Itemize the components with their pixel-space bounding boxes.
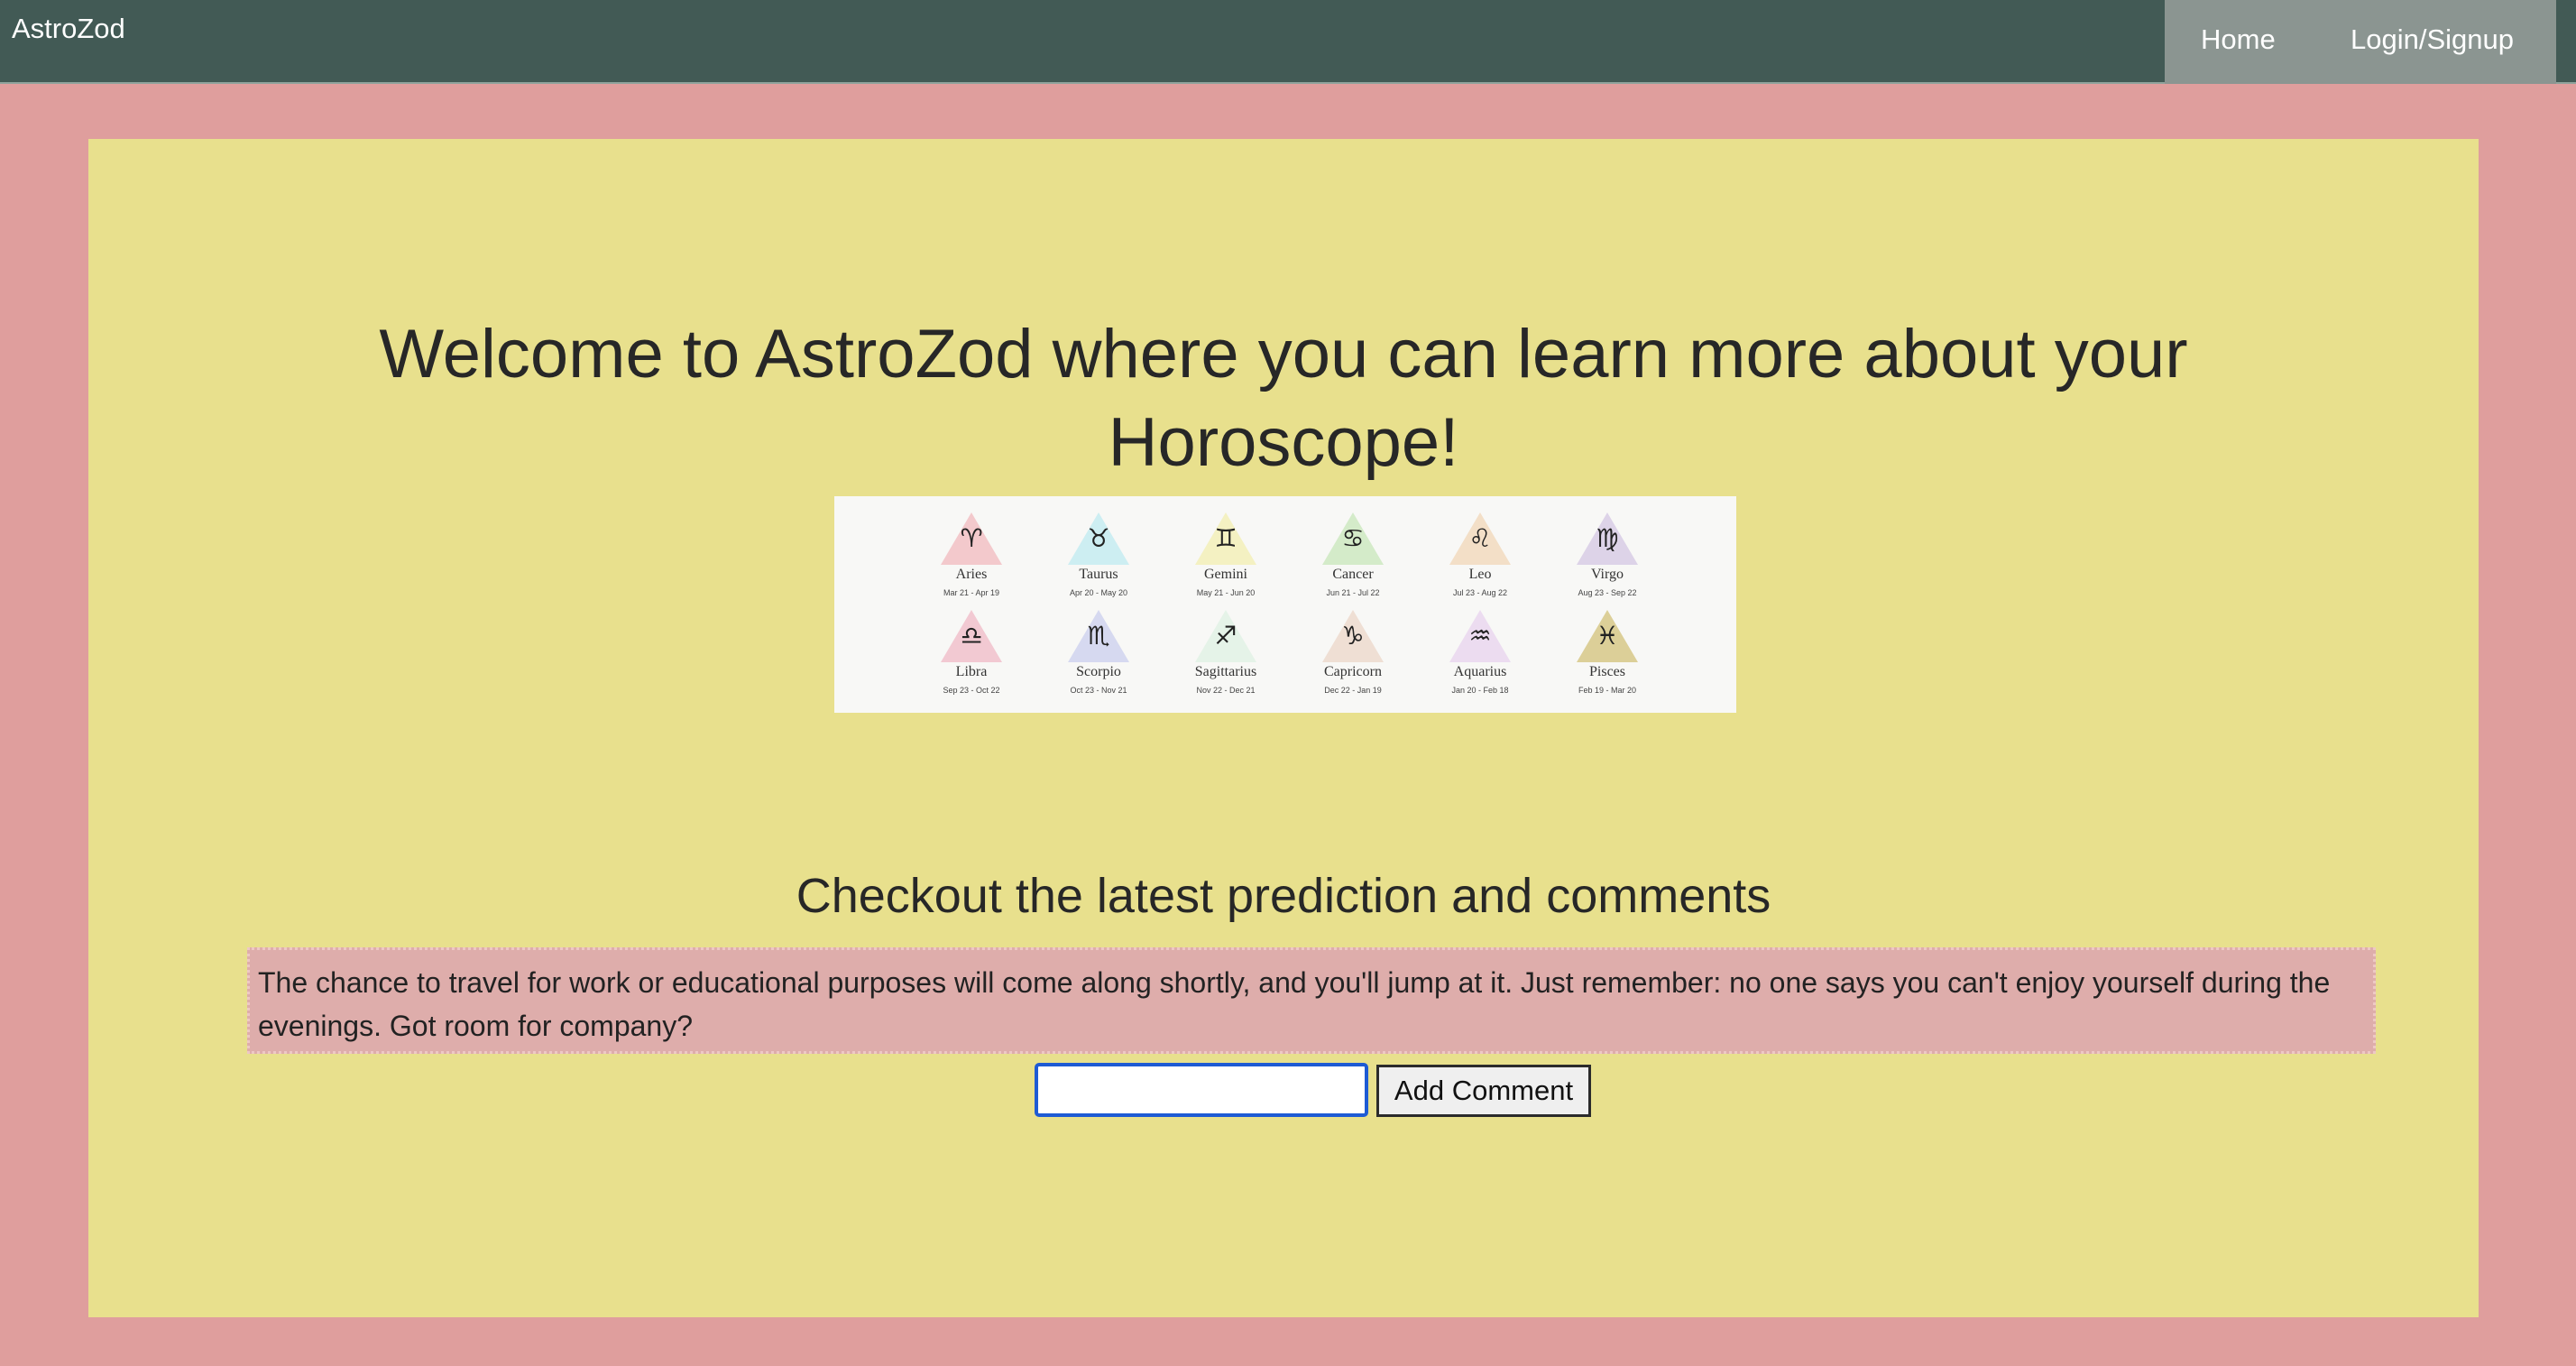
zodiac-sign-aries: ♈ Aries Mar 21 - Apr 19 bbox=[908, 512, 1035, 614]
cancer-symbol-icon: ♋ bbox=[1341, 523, 1365, 553]
add-comment-button[interactable]: Add Comment bbox=[1376, 1065, 1591, 1117]
zodiac-sign-name: Aries bbox=[955, 567, 988, 582]
zodiac-sign-dates: Aug 23 - Sep 22 bbox=[1578, 588, 1637, 597]
zodiac-sign-dates: Apr 20 - May 20 bbox=[1069, 588, 1128, 597]
zodiac-sign-name: Gemini bbox=[1204, 567, 1247, 582]
zodiac-sign-cancer: ♋ Cancer Jun 21 - Jul 22 bbox=[1290, 512, 1416, 614]
zodiac-sign-name: Capricorn bbox=[1324, 664, 1382, 679]
welcome-heading-line1: Welcome to AstroZod where you can learn … bbox=[379, 316, 2188, 392]
aries-symbol-icon: ♈ bbox=[960, 523, 983, 553]
main-panel: Welcome to AstroZod where you can learn … bbox=[88, 139, 2479, 1317]
zodiac-sign-dates: Jan 20 - Feb 18 bbox=[1451, 686, 1509, 695]
zodiac-sign-aquarius: ♒ Aquarius Jan 20 - Feb 18 bbox=[1417, 610, 1543, 711]
zodiac-sign-dates: May 21 - Jun 20 bbox=[1196, 588, 1256, 597]
sagittarius-symbol-icon: ♐ bbox=[1214, 621, 1237, 651]
leo-symbol-icon: ♌ bbox=[1468, 523, 1492, 553]
zodiac-sign-leo: ♌ Leo Jul 23 - Aug 22 bbox=[1417, 512, 1543, 614]
top-navbar: AstroZod Home Login/Signup bbox=[0, 0, 2576, 84]
capricorn-symbol-icon: ♑ bbox=[1341, 621, 1365, 651]
zodiac-sign-dates: Jul 23 - Aug 22 bbox=[1452, 588, 1508, 597]
aquarius-symbol-icon: ♒ bbox=[1468, 621, 1492, 651]
zodiac-sign-dates: Oct 23 - Nov 21 bbox=[1070, 686, 1127, 695]
pisces-symbol-icon: ♓ bbox=[1596, 621, 1619, 651]
zodiac-sign-libra: ♎ Libra Sep 23 - Oct 22 bbox=[908, 610, 1035, 711]
comment-input[interactable] bbox=[1035, 1063, 1368, 1117]
zodiac-sign-name: Scorpio bbox=[1076, 664, 1121, 679]
brand-logo[interactable]: AstroZod bbox=[12, 13, 125, 45]
zodiac-sign-name: Libra bbox=[955, 664, 988, 679]
zodiac-sign-dates: Nov 22 - Dec 21 bbox=[1196, 686, 1256, 695]
prediction-text: The chance to travel for work or educati… bbox=[247, 947, 2376, 1054]
zodiac-sign-pisces: ♓ Pisces Feb 19 - Mar 20 bbox=[1544, 610, 1670, 711]
welcome-heading: Welcome to AstroZod where you can learn … bbox=[88, 310, 2479, 487]
zodiac-sign-dates: Sep 23 - Oct 22 bbox=[943, 686, 1000, 695]
libra-symbol-icon: ♎ bbox=[960, 621, 983, 651]
nav-login-signup-link[interactable]: Login/Signup bbox=[2351, 23, 2514, 56]
zodiac-sign-name: Pisces bbox=[1589, 664, 1625, 679]
nav-links: Home Login/Signup bbox=[2165, 0, 2556, 84]
nav-home-link[interactable]: Home bbox=[2201, 23, 2276, 56]
zodiac-sign-name: Taurus bbox=[1079, 567, 1118, 582]
zodiac-sign-gemini: ♊ Gemini May 21 - Jun 20 bbox=[1163, 512, 1289, 614]
zodiac-sign-name: Virgo bbox=[1590, 567, 1624, 582]
zodiac-sign-name: Leo bbox=[1468, 567, 1492, 582]
zodiac-sign-name: Cancer bbox=[1332, 567, 1374, 582]
zodiac-sign-dates: Jun 21 - Jul 22 bbox=[1326, 588, 1380, 597]
gemini-symbol-icon: ♊ bbox=[1214, 523, 1237, 553]
virgo-symbol-icon: ♍ bbox=[1596, 523, 1619, 553]
section-title: Checkout the latest prediction and comme… bbox=[796, 869, 1771, 923]
zodiac-sign-dates: Mar 21 - Apr 19 bbox=[943, 588, 1000, 597]
zodiac-sign-name: Aquarius bbox=[1453, 664, 1507, 679]
zodiac-signs-image: ♈ Aries Mar 21 - Apr 19 ♉ Taurus Apr 20 - May… bbox=[834, 496, 1736, 713]
zodiac-sign-dates: Feb 19 - Mar 20 bbox=[1578, 686, 1637, 695]
zodiac-sign-scorpio: ♏ Scorpio Oct 23 - Nov 21 bbox=[1035, 610, 1162, 711]
welcome-heading-line2: Horoscope! bbox=[1108, 404, 1459, 481]
zodiac-sign-taurus: ♉ Taurus Apr 20 - May 20 bbox=[1035, 512, 1162, 614]
zodiac-sign-name: Sagittarius bbox=[1194, 664, 1257, 679]
scorpio-symbol-icon: ♏ bbox=[1087, 621, 1110, 651]
zodiac-sign-capricorn: ♑ Capricorn Dec 22 - Jan 19 bbox=[1290, 610, 1416, 711]
taurus-symbol-icon: ♉ bbox=[1087, 523, 1110, 553]
zodiac-sign-virgo: ♍ Virgo Aug 23 - Sep 22 bbox=[1544, 512, 1670, 614]
zodiac-sign-sagittarius: ♐ Sagittarius Nov 22 - Dec 21 bbox=[1163, 610, 1289, 711]
zodiac-sign-dates: Dec 22 - Jan 19 bbox=[1324, 686, 1382, 695]
